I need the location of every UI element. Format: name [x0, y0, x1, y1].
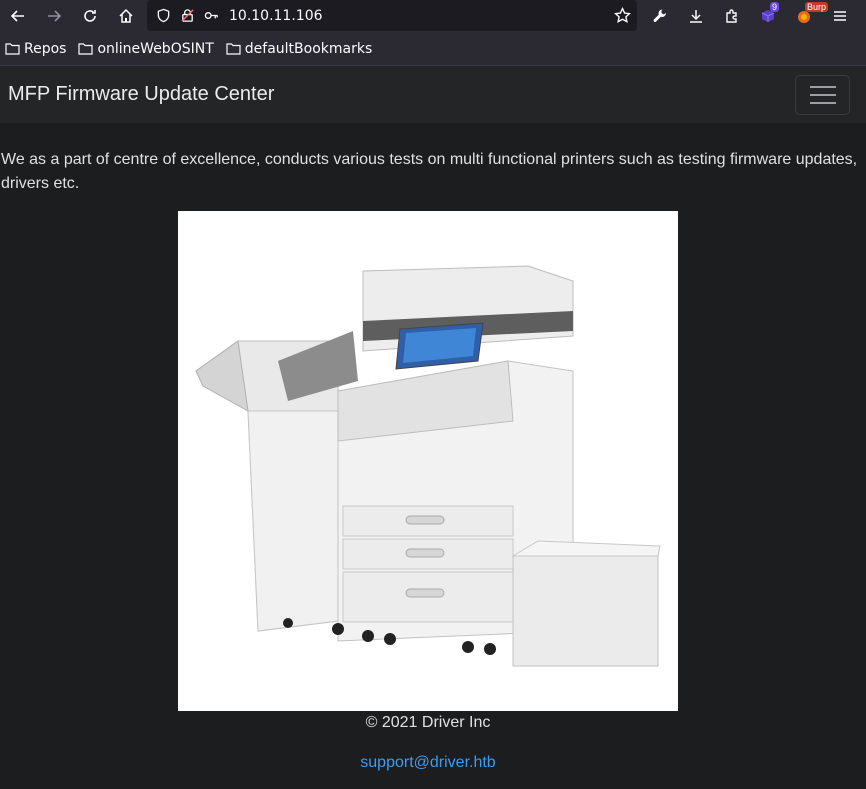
- back-arrow-icon: [10, 10, 24, 22]
- puzzle-icon: [726, 9, 737, 23]
- wrench-button[interactable]: [642, 0, 678, 32]
- hamburger-menu-icon: [834, 11, 846, 21]
- support-email[interactable]: support@driver.htb: [360, 754, 495, 771]
- bookmark-folder-defaultbookmarks[interactable]: defaultBookmarks: [226, 41, 372, 57]
- downloads-button[interactable]: [678, 0, 714, 32]
- extensions-button[interactable]: [714, 0, 750, 32]
- toggle-bar-icon: [809, 85, 836, 88]
- bookmarks-bar: Repos onlineWebOSINT defaultBookmarks: [0, 32, 866, 66]
- folder-icon: [78, 43, 94, 55]
- url-bar[interactable]: 10.10.11.106: [147, 0, 637, 31]
- extension-badge: 9: [770, 2, 780, 12]
- forward-button[interactable]: [36, 0, 72, 32]
- toggle-bar-icon: [809, 93, 836, 96]
- intro-text: We as a part of centre of excellence, co…: [1, 151, 858, 192]
- extension-cube-button[interactable]: 9: [750, 0, 786, 32]
- printer-image: [178, 211, 678, 711]
- bookmark-folder-onlinewebosint[interactable]: onlineWebOSINT: [78, 40, 214, 57]
- mfp-printer-illustration: [195, 265, 661, 667]
- toggle-bar-icon: [809, 101, 836, 104]
- bookmark-label: Repos: [24, 40, 67, 57]
- home-button[interactable]: [108, 0, 144, 32]
- home-icon: [119, 8, 133, 23]
- bookmark-label: defaultBookmarks: [244, 40, 373, 57]
- shield-icon[interactable]: [151, 0, 175, 31]
- site-navbar: MFP Firmware Update Center: [0, 66, 866, 123]
- reload-button[interactable]: [72, 0, 108, 32]
- url-text[interactable]: 10.10.11.106: [229, 8, 323, 24]
- folder-icon: [226, 43, 241, 55]
- copyright-text: © 2021 Driver Inc: [365, 714, 491, 731]
- insecure-lock-icon[interactable]: [175, 0, 199, 31]
- burp-extension-button[interactable]: Burp: [786, 0, 829, 32]
- reload-icon: [84, 10, 96, 22]
- support-email-link[interactable]: support@driver.htb: [0, 754, 856, 772]
- site-brand[interactable]: MFP Firmware Update Center: [8, 83, 274, 106]
- wrench-icon: [653, 9, 666, 23]
- key-icon[interactable]: [199, 0, 223, 31]
- burp-label: Burp: [805, 2, 829, 12]
- folder-icon: [5, 43, 20, 55]
- browser-toolbar: 10.10.11.106 9 Burp: [0, 0, 866, 32]
- bookmark-label: onlineWebOSINT: [97, 40, 214, 57]
- toolbar-right-icons: 9 Burp: [642, 0, 858, 32]
- forward-arrow-icon: [48, 10, 62, 22]
- download-icon: [690, 10, 702, 23]
- bookmark-star-icon[interactable]: [614, 0, 631, 31]
- back-button[interactable]: [0, 0, 36, 32]
- bookmark-folder-repos[interactable]: Repos: [5, 41, 66, 57]
- navbar-toggle-button[interactable]: [795, 74, 850, 115]
